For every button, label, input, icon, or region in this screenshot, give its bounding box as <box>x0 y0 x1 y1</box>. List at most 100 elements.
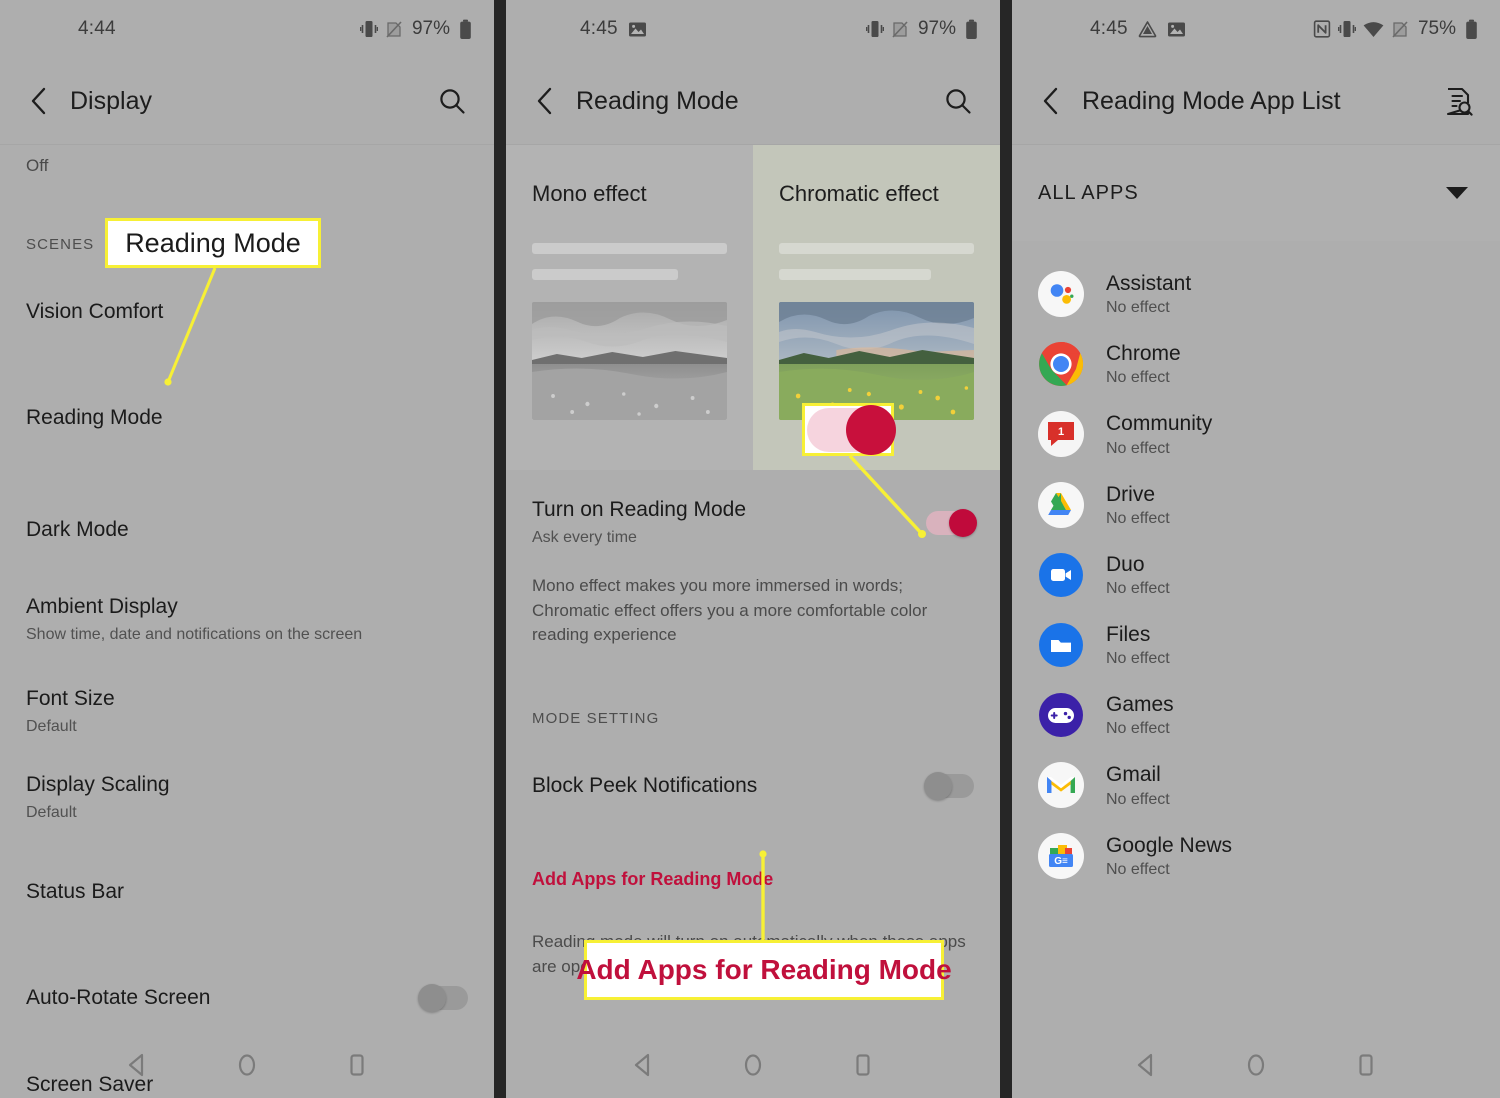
no-sim-icon <box>891 19 909 39</box>
all-apps-filter[interactable]: ALL APPS <box>1012 145 1500 241</box>
effect-card-mono[interactable]: Mono effect <box>506 145 753 470</box>
svg-text:G≡: G≡ <box>1054 856 1068 867</box>
section-label-mode-setting: MODE SETTING <box>532 709 660 727</box>
effect-options: Mono effect Chromatic effect <box>506 145 1000 470</box>
header-divider <box>0 144 494 145</box>
chevron-down-icon[interactable] <box>1446 187 1468 199</box>
effect-description: Mono effect makes you more immersed in w… <box>532 576 928 645</box>
auto-rotate-toggle[interactable] <box>418 984 468 1012</box>
list-item[interactable]: G≡ Google News No effect <box>1012 821 1500 891</box>
list-item[interactable]: Status Bar <box>26 839 468 933</box>
list-item[interactable]: 1 Community No effect <box>1012 399 1500 469</box>
nav-recents-icon[interactable] <box>850 1052 876 1078</box>
list-item[interactable]: Dark Mode <box>26 459 468 571</box>
search-icon[interactable] <box>940 83 976 119</box>
list-item[interactable]: Ambient Display Show time, date and noti… <box>26 571 468 661</box>
list-item[interactable]: Files No effect <box>1012 610 1500 680</box>
app-effect: No effect <box>1106 369 1170 387</box>
battery-icon <box>965 19 978 40</box>
panel-divider <box>494 0 506 1098</box>
app-name: Google News <box>1106 833 1233 857</box>
list-item[interactable]: Games No effect <box>1012 680 1500 750</box>
battery-percent: 97% <box>917 18 956 39</box>
nav-bar <box>0 1032 494 1098</box>
nav-back-icon[interactable] <box>1133 1052 1159 1078</box>
nfc-icon <box>1313 19 1331 39</box>
nav-back-icon[interactable] <box>124 1052 150 1078</box>
vibrate-icon <box>1337 19 1356 39</box>
list-item[interactable]: Chrome No effect <box>1012 329 1500 399</box>
app-bar: Reading Mode App List <box>1012 58 1500 144</box>
gmail-icon <box>1038 762 1084 809</box>
row-title: Vision Comfort <box>26 299 164 323</box>
header-divider <box>506 144 1000 145</box>
back-arrow-icon[interactable] <box>528 84 562 118</box>
mono-preview-image <box>532 302 727 420</box>
list-item-auto-rotate[interactable]: Auto-Rotate Screen <box>26 933 468 1039</box>
row-subtitle: Ask every time <box>532 529 637 547</box>
search-icon[interactable] <box>434 83 470 119</box>
screenshot-icon <box>628 20 647 39</box>
app-name: Drive <box>1106 482 1156 506</box>
reading-mode-toggle-zoomed <box>807 404 896 455</box>
toggle-knob <box>949 509 977 537</box>
battery-percent: 97% <box>411 18 450 39</box>
battery-percent: 75% <box>1417 18 1456 39</box>
app-name: Chrome <box>1106 342 1181 366</box>
status-bar: 4:45 75% <box>1012 0 1500 58</box>
list-item[interactable]: Drive No effect <box>1012 470 1500 540</box>
row-title: Block Peek Notifications <box>532 773 758 797</box>
list-item[interactable]: Gmail No effect <box>1012 750 1500 820</box>
panel-reading-mode: 4:45 97% Reading Mode Mono effect Chroma… <box>506 0 1000 1098</box>
list-item[interactable]: Reading Mode <box>26 353 468 459</box>
back-arrow-icon[interactable] <box>1034 84 1068 118</box>
toggle-knob <box>418 984 446 1012</box>
list-item[interactable]: Assistant No effect <box>1012 259 1500 329</box>
app-name: Games <box>1106 693 1174 717</box>
chrome-icon <box>1038 341 1084 387</box>
list-item[interactable]: Display Scaling Default <box>26 753 468 839</box>
drive-icon <box>1138 20 1157 39</box>
list-item-block-peek[interactable]: Block Peek Notifications <box>532 733 974 827</box>
nav-back-icon[interactable] <box>630 1052 656 1078</box>
nav-home-icon[interactable] <box>1243 1052 1269 1078</box>
app-effect: No effect <box>1106 509 1170 527</box>
nav-home-icon[interactable] <box>740 1052 766 1078</box>
nav-recents-icon[interactable] <box>344 1052 370 1078</box>
display-settings-list: Off SCENES Vision Comfort Reading Mode D… <box>0 145 494 1098</box>
app-effect: No effect <box>1106 650 1170 668</box>
row-title: Dark Mode <box>26 517 129 541</box>
vibrate-icon <box>359 19 378 39</box>
list-item[interactable]: Vision Comfort <box>26 271 468 353</box>
add-apps-link[interactable]: Add Apps for Reading Mode <box>532 827 974 890</box>
no-sim-icon <box>385 19 403 39</box>
row-subtitle: Default <box>26 804 77 822</box>
games-icon <box>1038 692 1084 738</box>
nav-recents-icon[interactable] <box>1353 1052 1379 1078</box>
status-time: 4:45 <box>580 18 618 39</box>
list-item[interactable]: Duo No effect <box>1012 540 1500 610</box>
app-bar: Display <box>0 58 494 144</box>
page-title: Display <box>70 86 152 115</box>
community-icon: 1 <box>1038 411 1084 458</box>
list-item-turn-on-reading-mode[interactable]: Turn on Reading Mode Ask every time <box>532 470 977 564</box>
row-title: Display Scaling <box>26 773 170 797</box>
reading-mode-toggle[interactable] <box>926 509 977 537</box>
block-peek-toggle[interactable] <box>924 771 974 800</box>
page-title: Reading Mode <box>576 86 739 115</box>
document-search-icon[interactable] <box>1440 83 1476 119</box>
list-item[interactable]: Font Size Default <box>26 661 468 753</box>
svg-text:1: 1 <box>1058 426 1064 438</box>
status-bar: 4:45 97% <box>506 0 1000 58</box>
app-effect: No effect <box>1106 790 1170 808</box>
annotation-label: Reading Mode <box>125 227 301 258</box>
app-effect: No effect <box>1106 720 1170 738</box>
row-title: Status Bar <box>26 879 125 903</box>
battery-icon <box>459 19 472 40</box>
back-arrow-icon[interactable] <box>22 84 56 118</box>
app-name: Assistant <box>1106 272 1192 295</box>
annotation-reading-mode: Reading Mode <box>105 218 321 268</box>
header-divider <box>1012 144 1500 145</box>
status-time: 4:45 <box>1090 18 1128 39</box>
nav-home-icon[interactable] <box>234 1052 260 1078</box>
